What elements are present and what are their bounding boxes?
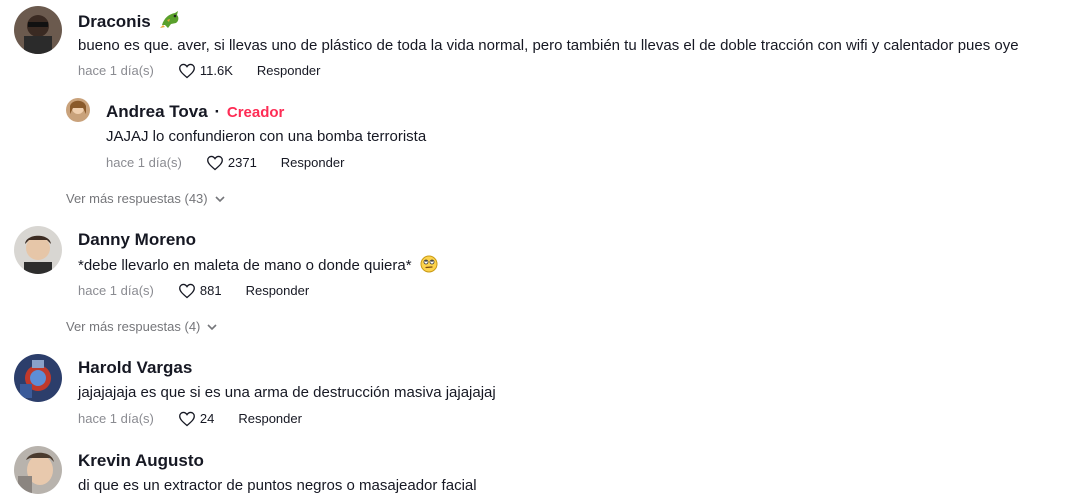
like-button[interactable]: 881	[178, 282, 222, 300]
reply-time: hace 1 día(s)	[106, 155, 182, 170]
reply-text: JAJAJ lo confundieron con una bomba terr…	[106, 128, 427, 145]
like-button[interactable]: 11.6K	[178, 62, 233, 80]
like-count: 11.6K	[199, 63, 233, 78]
avatar[interactable]	[14, 6, 62, 54]
comment-time: hace 1 día(s)	[78, 283, 154, 298]
comment-meta: hace 1 día(s) 24 Responder	[78, 410, 302, 428]
reply-button[interactable]: Responder	[246, 282, 310, 300]
view-more-replies-label: Ver más respuestas (4)	[66, 319, 201, 334]
like-count: 881	[199, 283, 222, 298]
chevron-down-icon	[207, 324, 217, 331]
avatar-image	[14, 6, 62, 54]
comment-item: Harold Vargas jajajajaja es que si es un…	[0, 348, 1070, 438]
comment-author[interactable]: Draconis	[78, 10, 181, 35]
dragon-emoji-icon	[159, 10, 181, 35]
comment-item: Draconis bueno es que. aver, si llevas u…	[0, 0, 1070, 90]
heart-icon	[178, 283, 195, 299]
creator-badge: Creador	[226, 104, 285, 121]
avatar-image	[14, 226, 62, 274]
like-count: 24	[199, 411, 215, 426]
chevron-down-icon	[215, 196, 225, 203]
view-more-replies-button[interactable]: Ver más respuestas (43)	[66, 190, 226, 208]
avatar[interactable]	[14, 354, 62, 402]
avatar[interactable]	[14, 446, 62, 494]
comment-item: Krevin Augusto di que es un extractor de…	[0, 440, 1070, 504]
comment-time: hace 1 día(s)	[78, 63, 154, 78]
reply-item: Andrea Tova · Creador JAJAJ lo confundie…	[0, 90, 1070, 180]
comment-text: bueno es que. aver, si llevas uno de plá…	[78, 37, 1019, 54]
eye-roll-emoji-icon	[420, 255, 438, 279]
avatar-image	[14, 354, 62, 402]
separator-dot: ·	[214, 102, 221, 121]
comment-time: hace 1 día(s)	[78, 411, 154, 426]
like-button[interactable]: 2371	[206, 154, 257, 172]
avatar[interactable]	[14, 226, 62, 274]
comment-text: di que es un extractor de puntos negros …	[78, 477, 477, 494]
heart-icon	[206, 155, 223, 171]
avatar[interactable]	[66, 98, 90, 122]
comment-author[interactable]: Harold Vargas	[78, 358, 192, 378]
reply-button[interactable]: Responder	[238, 410, 302, 428]
view-more-replies-label: Ver más respuestas (43)	[66, 191, 208, 206]
like-count: 2371	[227, 155, 257, 170]
avatar-image	[14, 446, 62, 494]
comment-meta: hace 1 día(s) 881 Responder	[78, 282, 309, 300]
reply-author[interactable]: Andrea Tova · Creador	[106, 102, 284, 123]
avatar-image	[66, 98, 90, 122]
comment-author[interactable]: Krevin Augusto	[78, 451, 204, 471]
heart-icon	[178, 63, 195, 79]
comment-text: jajajajaja es que si es una arma de dest…	[78, 384, 496, 401]
reply-button[interactable]: Responder	[281, 154, 345, 172]
reply-meta: hace 1 día(s) 2371 Responder	[106, 154, 344, 172]
comment-meta: hace 1 día(s) 11.6K Responder	[78, 62, 321, 80]
comment-text: *debe llevarlo en maleta de mano o donde…	[78, 255, 438, 279]
comment-item: Danny Moreno *debe llevarlo en maleta de…	[0, 220, 1070, 310]
reply-button[interactable]: Responder	[257, 62, 321, 80]
like-button[interactable]: 24	[178, 410, 214, 428]
comment-author[interactable]: Danny Moreno	[78, 230, 196, 250]
view-more-replies-button[interactable]: Ver más respuestas (4)	[66, 318, 218, 336]
heart-icon	[178, 411, 195, 427]
